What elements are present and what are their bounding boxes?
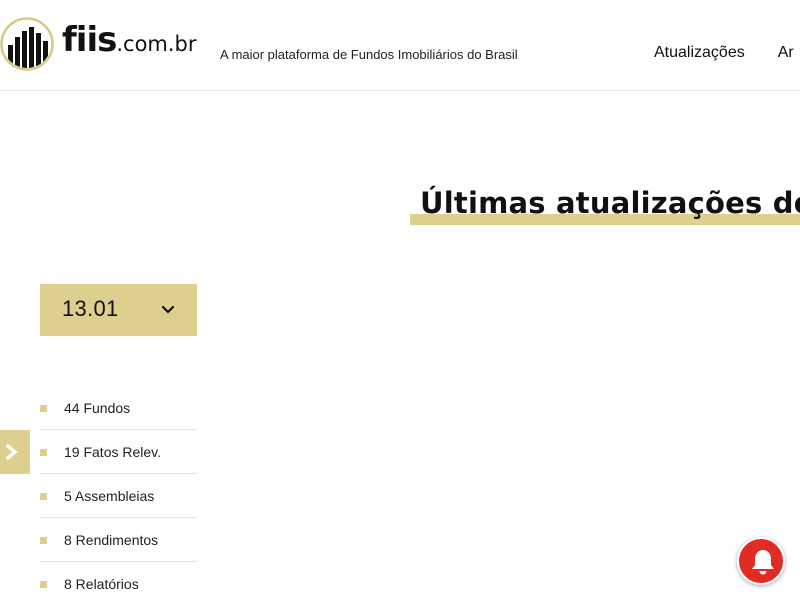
category-label: 5 Assembleias	[64, 488, 155, 504]
nav-item-atualizacoes[interactable]: Atualizações	[654, 44, 745, 61]
category-list: 44 Fundos 19 Fatos Relev. 5 Assembleias …	[40, 386, 197, 600]
category-item-assembleias[interactable]: 5 Assembleias	[40, 474, 197, 518]
category-label: 8 Relatórios	[64, 576, 139, 592]
bullet-icon	[40, 537, 47, 544]
site-header: fiis.com.br A maior plataforma de Fundos…	[0, 0, 800, 91]
bullet-icon	[40, 405, 47, 412]
site-logo[interactable]: fiis.com.br	[62, 20, 197, 60]
bullet-icon	[40, 493, 47, 500]
site-tagline: A maior plataforma de Fundos Imobiliário…	[220, 47, 518, 62]
date-select-value: 13.01	[62, 296, 119, 321]
category-label: 8 Rendimentos	[64, 532, 159, 548]
chevron-right-icon	[5, 443, 18, 461]
chevron-down-icon	[161, 305, 175, 314]
main-nav: Atualizações Ar	[654, 44, 800, 62]
nav-item-next[interactable]: Ar	[778, 44, 794, 61]
category-item-rendimentos[interactable]: 8 Rendimentos	[40, 518, 197, 562]
bullet-icon	[40, 581, 47, 588]
sidebar-toggle-button[interactable]	[0, 430, 30, 474]
page-title: Últimas atualizações dos	[420, 186, 800, 220]
logo-name: fiis	[62, 20, 117, 60]
date-select[interactable]: 13.01	[40, 284, 197, 336]
notification-bell-button[interactable]	[737, 537, 785, 585]
bullet-icon	[40, 449, 47, 456]
category-item-fatos-relevantes[interactable]: 19 Fatos Relev.	[40, 430, 197, 474]
category-item-relatorios[interactable]: 8 Relatórios	[40, 562, 197, 600]
building-logo-icon[interactable]	[0, 17, 54, 71]
page-title-block: Últimas atualizações dos	[410, 186, 800, 225]
category-item-fundos[interactable]: 44 Fundos	[40, 386, 197, 430]
bell-icon	[752, 550, 774, 575]
logo-domain: .com.br	[116, 32, 197, 56]
category-label: 19 Fatos Relev.	[64, 444, 162, 460]
category-label: 44 Fundos	[64, 400, 131, 416]
